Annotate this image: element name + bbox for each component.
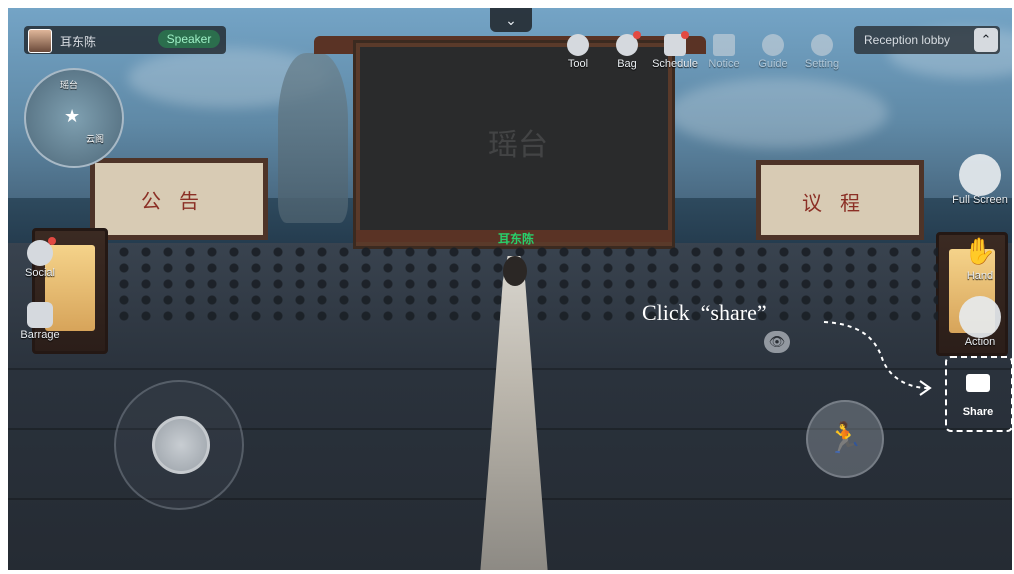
schedule-label: Schedule bbox=[652, 58, 698, 70]
stage-speaker-name: 耳东陈 bbox=[497, 232, 534, 246]
audience-chairs bbox=[118, 246, 938, 326]
share-icon bbox=[966, 374, 990, 392]
notification-dot bbox=[681, 31, 689, 39]
avatar[interactable] bbox=[28, 29, 52, 53]
action-icon bbox=[959, 296, 1001, 338]
location-label: Reception lobby bbox=[864, 33, 951, 47]
full-screen-icon bbox=[959, 154, 1001, 196]
instruction-text: Click “share” bbox=[642, 300, 767, 325]
notification-dot bbox=[48, 237, 56, 245]
user-name: 耳东陈 bbox=[60, 35, 97, 49]
player-location-icon: ★ bbox=[64, 106, 81, 126]
hand-icon: ✋ bbox=[963, 236, 997, 266]
barrage-label: Barrage bbox=[20, 329, 60, 341]
bag-label: Bag bbox=[617, 58, 637, 70]
tool-button[interactable]: Tool bbox=[552, 26, 604, 76]
share-label: Share bbox=[962, 406, 994, 418]
barrage-button[interactable]: Barrage bbox=[14, 302, 66, 341]
agenda-board-text: 议程 bbox=[802, 193, 878, 215]
bag-button[interactable]: Bag bbox=[601, 26, 653, 76]
collapse-toolbar-button[interactable]: ⌄ bbox=[490, 8, 532, 32]
setting-label: Setting bbox=[804, 58, 840, 70]
action-button[interactable]: Action bbox=[956, 296, 1004, 348]
guide-label: Guide bbox=[758, 58, 788, 70]
role-badge: Speaker bbox=[158, 30, 220, 48]
notification-dot bbox=[633, 31, 641, 39]
agenda-board: 议程 bbox=[756, 160, 924, 240]
full-screen-button[interactable]: Full Screen bbox=[948, 154, 1012, 206]
gear-icon bbox=[811, 34, 833, 56]
chevron-down-icon: ⌄ bbox=[505, 12, 517, 28]
run-button[interactable]: 🏃 bbox=[806, 400, 884, 478]
minimap-label: 瑶台 bbox=[60, 80, 79, 90]
compass-icon bbox=[762, 34, 784, 56]
statue bbox=[278, 53, 348, 223]
instruction-arrow bbox=[823, 321, 932, 396]
social-label: Social bbox=[25, 267, 55, 279]
setting-button[interactable]: Setting bbox=[796, 26, 848, 76]
notice-label: Notice bbox=[708, 58, 740, 70]
social-button[interactable]: Social bbox=[18, 237, 62, 279]
notice-button[interactable]: Notice bbox=[698, 26, 750, 76]
app-viewport: 瑶台 耳东陈 公告 议程 耳东陈 Speaker ⌄ Tool Bag Sche… bbox=[8, 8, 1012, 570]
schedule-icon bbox=[664, 31, 689, 56]
schedule-button[interactable]: Schedule bbox=[649, 26, 701, 76]
guide-button[interactable]: Guide bbox=[747, 26, 799, 76]
hand-button[interactable]: ✋ Hand bbox=[956, 230, 1004, 282]
chevron-up-icon[interactable]: ⌃ bbox=[974, 28, 998, 52]
speaker-icon bbox=[713, 34, 735, 56]
eye-icon[interactable]: 👁 bbox=[764, 331, 790, 353]
notice-board: 公告 bbox=[90, 158, 268, 240]
joystick-knob[interactable] bbox=[152, 416, 210, 474]
barrage-icon bbox=[27, 302, 53, 328]
social-icon bbox=[27, 237, 56, 266]
notice-board-text: 公告 bbox=[141, 191, 217, 213]
minimap-label: 云阁 bbox=[86, 134, 105, 144]
tool-icon bbox=[567, 34, 589, 56]
bag-icon bbox=[616, 31, 641, 56]
tool-label: Tool bbox=[567, 58, 589, 70]
stage-logo: 瑶台 bbox=[488, 129, 548, 162]
share-button[interactable] bbox=[945, 356, 1012, 432]
player-avatar-head bbox=[503, 256, 527, 286]
cloud bbox=[668, 78, 888, 148]
